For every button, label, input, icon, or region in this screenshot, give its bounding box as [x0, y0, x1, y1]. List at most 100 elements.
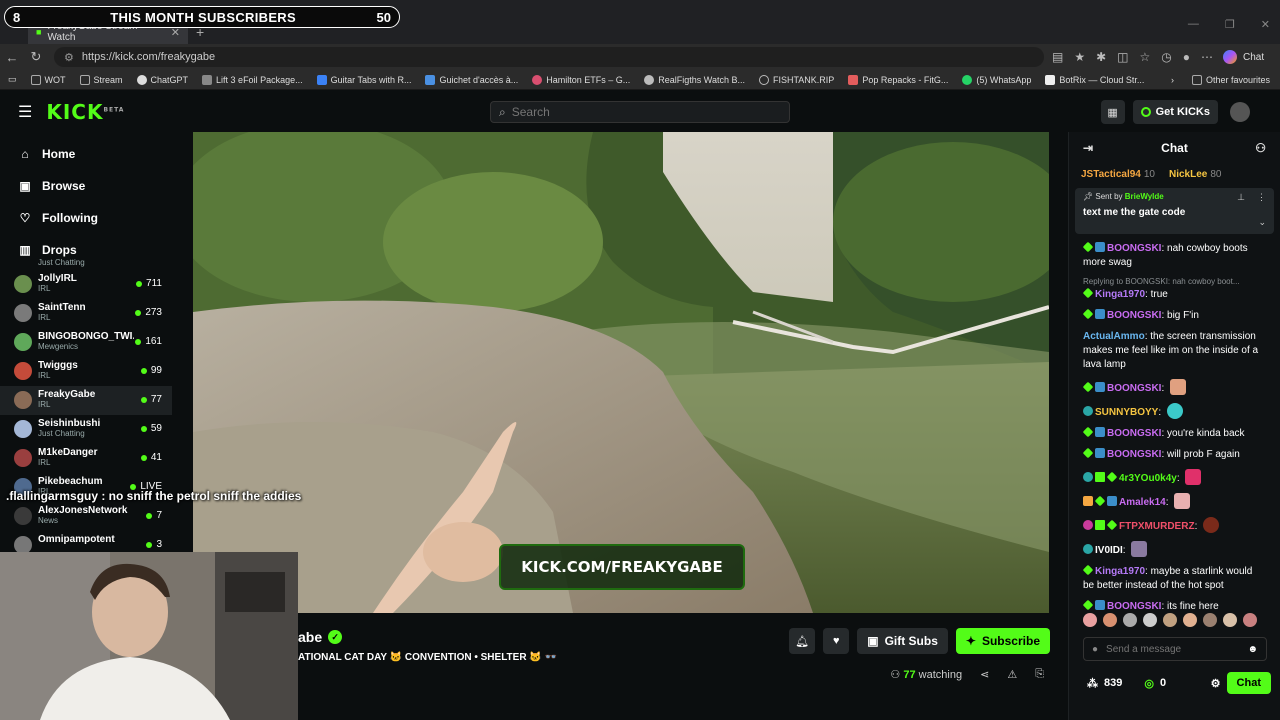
history-icon[interactable]: ◷ — [1161, 50, 1171, 64]
get-kicks-button[interactable]: Get KICKs — [1132, 100, 1218, 124]
bookmark-item[interactable]: Guichet d'accès à... — [425, 74, 518, 85]
split-screen-icon[interactable]: ◫ — [1117, 50, 1128, 64]
quick-emote[interactable] — [1143, 613, 1157, 627]
sidebar-channel[interactable]: AlexJonesNetwork News 7 — [0, 502, 172, 531]
share-icon[interactable]: ⋖ — [980, 668, 989, 681]
sidebar-channel[interactable]: Omnipampotent 3 — [0, 531, 172, 552]
emote-picker-icon[interactable]: ☻ — [1247, 644, 1258, 655]
chat-username[interactable]: BOONGSKI — [1107, 601, 1161, 612]
favorite-star-icon[interactable]: ★ — [1074, 50, 1085, 64]
bookmark-item[interactable]: Lift 3 eFoil Package... — [202, 74, 303, 85]
chat-settings-gear-icon[interactable]: ⚙ — [1211, 677, 1221, 690]
chat-username[interactable]: BOONGSKI — [1107, 310, 1161, 321]
chat-username[interactable]: BOONGSKI — [1107, 449, 1161, 460]
chat-input[interactable] — [1106, 643, 1227, 655]
chat-username[interactable]: Amalek14 — [1119, 497, 1166, 508]
bookmark-item[interactable]: RealFigths Watch B... — [644, 74, 745, 85]
more-menu-icon[interactable]: ⋯ — [1201, 50, 1213, 64]
stream-info: abe ✓ ATIONAL CAT DAY 🐱 CONVENTION • SHE… — [298, 613, 1068, 720]
nav-following[interactable]: ♡ Following — [0, 202, 172, 234]
quick-emote[interactable] — [1083, 613, 1097, 627]
video-player[interactable]: KICK.COM/FREAKYGABE — [193, 132, 1049, 613]
sidebar-channel[interactable]: Seishinbushi Just Chatting 59 — [0, 415, 172, 444]
nav-browse[interactable]: ▣ Browse — [0, 170, 172, 202]
collapse-chat-icon[interactable]: ⇥ — [1083, 141, 1093, 155]
back-icon[interactable]: ← — [0, 50, 24, 65]
bookmarks-menu-icon[interactable]: ▭ — [8, 74, 17, 85]
chat-input-box[interactable]: ● ☻ — [1083, 637, 1267, 661]
notification-bell-icon[interactable]: 🔔︎ — [789, 628, 816, 654]
quick-emote[interactable] — [1243, 613, 1257, 627]
bookmark-item[interactable]: ChatGPT — [136, 74, 188, 85]
copilot-button[interactable]: Chat — [1223, 50, 1264, 64]
sidebar-channel[interactable]: SaintTenn IRL 273 — [0, 299, 172, 328]
pinned-message[interactable]: 📌︎ Sent by BrieWylde text me the gate co… — [1075, 188, 1274, 234]
reader-icon[interactable]: ▤ — [1052, 50, 1063, 64]
url-field[interactable]: ⚙ https://kick.com/freakygabe — [54, 47, 1044, 67]
bookmark-item[interactable]: Guitar Tabs with R... — [316, 74, 411, 85]
send-chat-button[interactable]: Chat — [1226, 672, 1271, 694]
kicks-icon[interactable]: ◎ — [1144, 677, 1154, 690]
chat-username[interactable]: ActualAmmo — [1083, 331, 1145, 342]
bookmark-item[interactable]: Pop Repacks - FitG... — [848, 74, 948, 85]
report-icon[interactable]: ⚠ — [1007, 668, 1017, 681]
chat-username[interactable]: 4r3YOu0k4y — [1119, 473, 1177, 484]
chat-username[interactable]: SUNNYBOYY — [1095, 407, 1158, 418]
pinned-more-icon[interactable]: ⋮ — [1257, 192, 1266, 203]
bookmark-item[interactable]: (5) WhatsApp — [962, 74, 1031, 85]
leaderboard-entry[interactable]: JSTactical94 10 — [1081, 169, 1155, 180]
gift-subs-button[interactable]: ▣ Gift Subs — [857, 628, 948, 654]
user-avatar[interactable] — [1230, 102, 1250, 122]
search-box[interactable]: ⌕ — [490, 101, 790, 123]
other-favourites[interactable]: › Other favourites — [1171, 75, 1270, 85]
browse-layout-icon[interactable]: ▦ — [1100, 100, 1125, 124]
chat-settings-icon[interactable]: ● — [1092, 644, 1098, 655]
kick-logo[interactable]: KICKBETA — [46, 100, 124, 124]
bookmark-item[interactable]: Stream — [79, 74, 123, 85]
quick-emote[interactable] — [1223, 613, 1237, 627]
sidebar-channel-active[interactable]: FreakyGabe IRL 77 — [0, 386, 172, 415]
chat-username[interactable]: Kinga1970 — [1095, 289, 1145, 300]
chat-username[interactable]: FTPXMURDERZ — [1119, 521, 1195, 532]
chat-username[interactable]: BOONGSKI — [1107, 428, 1161, 439]
favorites-icon[interactable]: ☆ — [1140, 50, 1151, 64]
sidebar-channel[interactable]: Twigggs IRL 99 — [0, 357, 172, 386]
follow-heart-icon[interactable]: ♥ — [823, 628, 850, 654]
chat-users-icon[interactable]: ⚇ — [1255, 141, 1266, 155]
close-window-icon[interactable]: ✕ — [1261, 18, 1270, 31]
bookmark-item[interactable]: BotRix — Cloud Str... — [1045, 74, 1144, 85]
maximize-icon[interactable]: ❐ — [1225, 18, 1235, 31]
sidebar-channel[interactable]: M1keDanger IRL 41 — [0, 444, 172, 473]
clip-icon[interactable]: ⎘ — [1035, 668, 1044, 681]
sidebar-channel[interactable]: BINGOBONGO_TWI... Mewgenics 161 — [0, 328, 172, 357]
unpin-icon[interactable]: ⊥ — [1237, 192, 1245, 203]
nav-home[interactable]: ⌂ Home — [0, 138, 172, 170]
chat-username[interactable]: BOONGSKI — [1107, 243, 1161, 254]
streamer-name[interactable]: abe ✓ — [298, 629, 343, 645]
chat-username[interactable]: IV0IDI — [1095, 545, 1123, 556]
bookmark-item[interactable]: FISHTANK.RIP — [758, 74, 834, 85]
search-input[interactable] — [511, 105, 762, 119]
hamburger-menu-icon[interactable]: ☰ — [18, 102, 32, 122]
quick-emote[interactable] — [1103, 613, 1117, 627]
site-info-icon[interactable]: ⚙ — [64, 51, 74, 64]
bookmark-item[interactable]: WOT — [30, 74, 66, 85]
chevron-right-icon[interactable]: › — [1171, 75, 1174, 85]
extensions-icon[interactable]: ✱ — [1096, 50, 1106, 64]
quick-emote[interactable] — [1203, 613, 1217, 627]
chat-username[interactable]: Kinga1970 — [1095, 566, 1145, 577]
live-dot-icon — [140, 367, 147, 374]
bookmark-item[interactable]: Hamilton ETFs – G... — [532, 74, 630, 85]
sidebar-channel[interactable]: JollyIRL IRL 711 — [0, 270, 172, 299]
quick-emote[interactable] — [1183, 613, 1197, 627]
quick-emote[interactable] — [1123, 613, 1137, 627]
chevron-down-icon[interactable]: ⌄ — [1258, 217, 1266, 228]
quick-emote[interactable] — [1163, 613, 1177, 627]
minimize-icon[interactable]: — — [1188, 18, 1199, 31]
subscribe-button[interactable]: ✦ Subscribe — [955, 628, 1050, 654]
chat-username[interactable]: BOONGSKI — [1107, 383, 1161, 394]
reload-icon[interactable]: ↻ — [24, 49, 48, 65]
profile-icon[interactable]: ● — [1183, 50, 1190, 64]
leaderboard-entry[interactable]: NickLee 80 — [1169, 169, 1221, 180]
channel-points-icon[interactable]: ⁂ — [1087, 677, 1098, 690]
